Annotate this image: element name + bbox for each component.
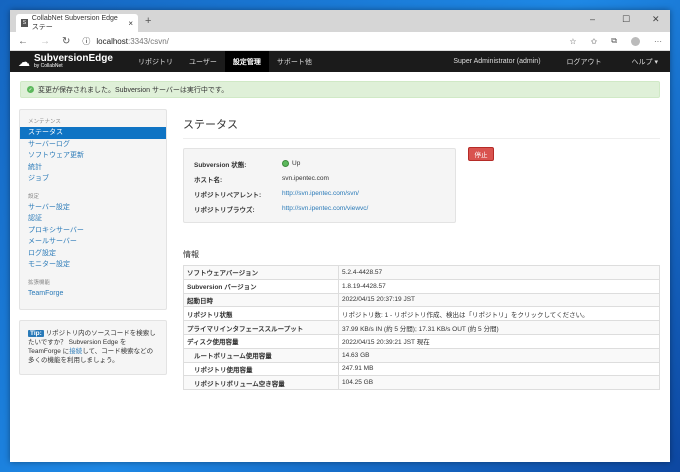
logo[interactable]: ☁ SubversionEdge by CollabNet (10, 53, 130, 70)
info-label: Subversion バージョン (183, 278, 339, 294)
url-host: localhost (96, 36, 128, 46)
favorite-star-icon[interactable]: ☆ (569, 37, 576, 46)
alert-text: 変更が保存されました。Subversion サーバーは実行中です。 (38, 86, 229, 94)
app-navbar: ☁ SubversionEdge by CollabNet リポジトリ ユーザー … (10, 51, 670, 72)
info-label: ソフトウェアバージョン (183, 265, 339, 280)
nav-repositories[interactable]: リポジトリ (130, 51, 181, 72)
collections-icon[interactable]: ⧉ (611, 36, 617, 46)
close-tab-icon[interactable]: × (128, 19, 133, 28)
table-row: プライマリインタフェーススループット 37.99 KB/s IN (約 5 分間)… (183, 320, 660, 335)
url-input[interactable]: ⓘ localhost:3343/csvn/ (82, 36, 557, 47)
repo-browse-link[interactable]: http://svn.ipentec.com/viewvc/ (282, 205, 368, 212)
hostname-label: ホスト名: (194, 176, 223, 184)
info-value: 14.63 GB (338, 347, 660, 363)
browser-tab[interactable]: S CollabNet Subversion Edge ステー × (16, 14, 138, 32)
sidebar-item-statistics[interactable]: 統計 (20, 162, 166, 174)
table-row: リポジトリ使用容量 247.91 MB (183, 361, 660, 377)
sidebar-item-jobs[interactable]: ジョブ (20, 173, 166, 185)
sidebar-item-auth[interactable]: 認証 (20, 213, 166, 225)
info-label: リポジトリボリューム空き容量 (183, 375, 339, 391)
info-value: 2022/04/15 20:37:19 JST (338, 292, 660, 308)
status-panel: Subversion 状態: Up ホスト名: svn.ipentec.com リポ… (183, 148, 456, 223)
favorites-icon[interactable]: ✩ (591, 37, 598, 46)
info-label: ディスク使用容量 (183, 333, 339, 349)
sidebar-item-monitor-settings[interactable]: モニター設定 (20, 259, 166, 271)
page-title: ステータス (183, 119, 238, 131)
repo-browse-label: リポジトリブラウズ: (194, 206, 255, 214)
sidebar: メンテナンス ステータス サーバーログ ソフトウェア更新 統計 ジョブ 設定 サ… (19, 109, 167, 310)
status-up-icon (282, 160, 289, 167)
stop-button[interactable]: 停止 (468, 147, 494, 161)
info-icon: ⓘ (82, 36, 91, 46)
hostname-value: svn.ipentec.com (282, 175, 329, 182)
table-row: Subversion バージョン 1.8.19-4428.57 (183, 278, 660, 294)
profile-avatar[interactable] (631, 36, 640, 46)
table-row: 起動日時 2022/04/15 20:37:19 JST (183, 292, 660, 308)
info-value: 104.25 GB (338, 375, 660, 391)
tab-title: CollabNet Subversion Edge ステー (31, 14, 118, 31)
sidebar-item-status[interactable]: ステータス (20, 127, 166, 139)
table-row: リポジトリ状態 リポジトリ数: 1 - リポジトリ作成、検出は「リポジトリ」をクリ… (183, 306, 660, 322)
forward-icon[interactable]: → (40, 36, 50, 47)
nav-help[interactable]: ヘルプ ▾ (620, 51, 670, 72)
address-bar-row: ← → ↻ ⓘ localhost:3343/csvn/ ☆ ✩ ⧉ ··· (10, 32, 670, 51)
info-table: ソフトウェアバージョン 5.2.4-4428.57 Subversion バージョン… (183, 265, 660, 391)
info-label: プライマリインタフェーススループット (183, 320, 339, 335)
table-row: ルートボリューム使用容量 14.63 GB (183, 347, 660, 363)
check-icon: ✓ (27, 86, 34, 93)
repo-parent-link[interactable]: http://svn.ipentec.com/svn/ (282, 190, 359, 197)
info-label: ルートボリューム使用容量 (183, 347, 339, 363)
tip-panel: Tip: リポジトリ内のソースコードを検索したいですか？ Subversion … (19, 320, 167, 375)
info-value: 37.99 KB/s IN (約 5 分間); 17.31 KB/s OUT (… (338, 320, 660, 335)
sidebar-header-extensions: 拡張機能 (28, 279, 51, 286)
table-row: ディスク使用容量 2022/04/15 20:39:21 JST 現在 (183, 333, 660, 349)
nav-logout[interactable]: ログアウト (549, 51, 620, 72)
table-row: リポジトリボリューム空き容量 104.25 GB (183, 375, 660, 391)
sidebar-header-settings: 設定 (28, 193, 40, 200)
sidebar-item-log-settings[interactable]: ログ設定 (20, 248, 166, 260)
info-label: リポジトリ使用容量 (183, 361, 339, 377)
info-label: 起動日時 (183, 292, 339, 308)
nav-users[interactable]: ユーザー (181, 51, 225, 72)
sidebar-item-mail-server[interactable]: メールサーバー (20, 236, 166, 248)
tab-bar: S CollabNet Subversion Edge ステー × + – ☐ … (10, 10, 670, 32)
refresh-icon[interactable]: ↻ (62, 36, 70, 47)
success-alert: ✓ 変更が保存されました。Subversion サーバーは実行中です。 (20, 81, 660, 98)
info-label: リポジトリ状態 (183, 306, 339, 322)
sidebar-item-proxy[interactable]: プロキシサーバー (20, 225, 166, 237)
nav-support[interactable]: サポート他 (269, 51, 320, 72)
minimize-icon[interactable]: – (590, 14, 595, 24)
info-value: 247.91 MB (338, 361, 660, 377)
sidebar-item-server-log[interactable]: サーバーログ (20, 139, 166, 151)
new-tab-icon[interactable]: + (145, 15, 151, 27)
info-value: 5.2.4-4428.57 (338, 265, 660, 280)
nav-user[interactable]: Super Administrator (admin) (445, 51, 548, 72)
favicon-icon: S (21, 19, 28, 27)
status-label: Subversion 状態: (194, 161, 247, 169)
connect-link[interactable]: 接続 (69, 348, 82, 355)
info-value: 2022/04/15 20:39:21 JST 現在 (338, 333, 660, 349)
info-value: リポジトリ数: 1 - リポジトリ作成、検出は「リポジトリ」をクリックしてくださ… (338, 306, 660, 322)
status-value: Up (292, 160, 301, 167)
nav-admin[interactable]: 設定管理 (224, 51, 269, 72)
divider (183, 138, 660, 139)
sidebar-header-maintenance: メンテナンス (28, 119, 61, 125)
info-value: 1.8.19-4428.57 (338, 278, 660, 294)
url-path: :3343/csvn/ (127, 36, 169, 46)
repo-parent-label: リポジトリペアレント: (194, 191, 262, 199)
back-icon[interactable]: ← (18, 36, 28, 47)
sidebar-item-server-settings[interactable]: サーバー設定 (20, 202, 166, 214)
sidebar-item-teamforge[interactable]: TeamForge (20, 288, 166, 300)
sidebar-item-software-update[interactable]: ソフトウェア更新 (20, 150, 166, 162)
close-window-icon[interactable]: ✕ (652, 14, 660, 25)
browser-window: S CollabNet Subversion Edge ステー × + – ☐ … (10, 10, 670, 462)
cloud-logo-icon: ☁ (18, 54, 30, 69)
info-heading: 情報 (183, 250, 199, 259)
tip-label: Tip: (28, 330, 44, 337)
logo-title: SubversionEdge (34, 53, 113, 64)
maximize-icon[interactable]: ☐ (622, 14, 630, 25)
more-icon[interactable]: ··· (654, 37, 662, 46)
table-row: ソフトウェアバージョン 5.2.4-4428.57 (183, 265, 660, 280)
